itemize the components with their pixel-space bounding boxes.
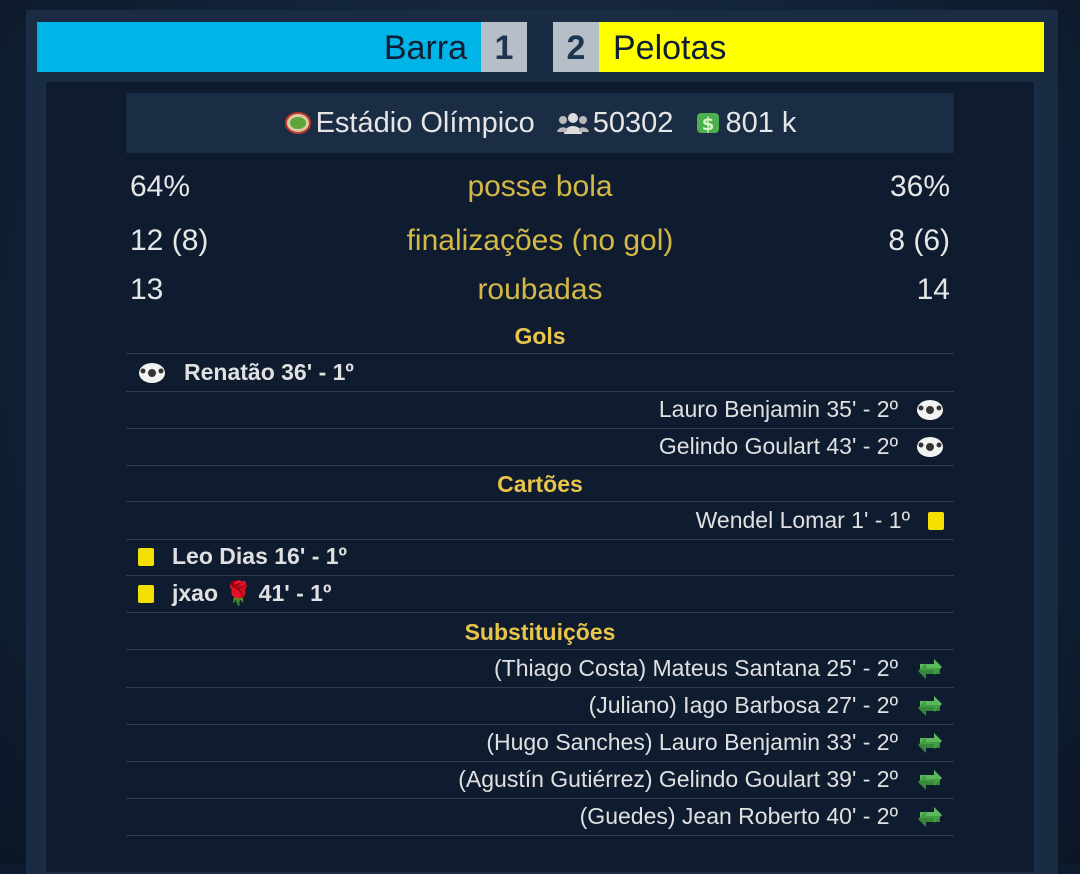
away-score: 2 <box>553 22 599 72</box>
substitution-icon <box>918 695 942 716</box>
crowd-icon <box>556 113 589 134</box>
sub-text[interactable]: (Juliano) Iago Barbosa 27' - 2º <box>589 692 898 719</box>
income-value: 801 k <box>725 106 797 139</box>
sub-text[interactable]: (Hugo Sanches) Lauro Benjamin 33' - 2º <box>486 729 898 756</box>
soccer-ball-icon <box>139 362 165 383</box>
soccer-ball-icon <box>917 399 943 420</box>
goal-row: Gelindo Goulart 43' - 2º <box>126 428 954 466</box>
attendance-info: 50302 <box>556 106 674 140</box>
score-divider <box>527 22 553 72</box>
stadium-info: Estádio Olímpico <box>284 107 535 140</box>
sub-row: (Juliano) Iago Barbosa 27' - 2º <box>126 687 954 725</box>
home-team-name[interactable]: Barra <box>37 22 481 72</box>
stat-label: roubadas <box>477 273 603 306</box>
away-stat: 14 <box>916 273 950 306</box>
sub-row: (Hugo Sanches) Lauro Benjamin 33' - 2º <box>126 724 954 762</box>
yellow-card-icon <box>138 547 154 566</box>
substitution-icon <box>918 732 942 753</box>
card-player-name[interactable]: jxao <box>172 580 218 607</box>
home-score: 1 <box>481 22 527 72</box>
venue-bar: Estádio Olímpico 50302 $ 801 k <box>126 93 954 153</box>
goal-row: Renatão 36' - 1º <box>126 353 954 392</box>
card-text[interactable]: Leo Dias 16' - 1º <box>172 543 347 570</box>
rose-icon: 🌹 <box>224 580 253 606</box>
goals-heading: Gols <box>514 323 566 349</box>
goal-row: Lauro Benjamin 35' - 2º <box>126 391 954 429</box>
goal-text[interactable]: Gelindo Goulart 43' - 2º <box>659 433 898 460</box>
stat-label: finalizações (no gol) <box>406 224 674 257</box>
card-minute: 41' - 1º <box>258 580 332 606</box>
stat-shots: 12 (8) finalizações (no gol) 8 (6) <box>126 224 954 268</box>
sub-row: (Guedes) Jean Roberto 40' - 2º <box>126 798 954 836</box>
stat-steals: 13 roubadas 14 <box>126 273 954 317</box>
sub-row: (Agustín Gutiérrez) Gelindo Goulart 39' … <box>126 761 954 799</box>
scoreboard: Barra 1 2 Pelotas <box>37 22 1044 72</box>
card-row: Wendel Lomar 1' - 1º <box>126 501 954 540</box>
stat-possession: 64% posse bola 36% <box>126 170 954 214</box>
yellow-card-icon <box>138 584 154 603</box>
substitution-icon <box>918 769 942 790</box>
sub-text[interactable]: (Thiago Costa) Mateus Santana 25' - 2º <box>494 655 898 682</box>
substitution-icon <box>918 806 942 827</box>
stadium-icon <box>284 112 311 134</box>
sub-row: (Thiago Costa) Mateus Santana 25' - 2º <box>126 649 954 688</box>
away-stat: 36% <box>889 170 950 203</box>
cards-heading: Cartões <box>497 471 583 497</box>
goal-text[interactable]: Lauro Benjamin 35' - 2º <box>659 396 898 423</box>
card-row: Leo Dias 16' - 1º <box>126 538 954 576</box>
stat-label: posse bola <box>467 170 613 203</box>
sub-text[interactable]: (Guedes) Jean Roberto 40' - 2º <box>580 803 898 830</box>
away-stat: 8 (6) <box>888 224 950 257</box>
card-row: jxao 🌹 41' - 1º <box>126 575 954 613</box>
attendance-value: 50302 <box>592 106 674 139</box>
substitution-icon <box>918 658 942 679</box>
svg-text:$: $ <box>702 114 715 135</box>
stadium-name: Estádio Olímpico <box>315 106 535 139</box>
away-team-name[interactable]: Pelotas <box>599 22 1044 72</box>
yellow-card-icon <box>928 511 944 530</box>
subs-heading: Substituições <box>464 619 616 645</box>
sub-text[interactable]: (Agustín Gutiérrez) Gelindo Goulart 39' … <box>458 766 898 793</box>
money-icon: $ <box>697 113 720 135</box>
goal-text[interactable]: Renatão 36' - 1º <box>184 359 354 386</box>
income-info: $ 801 k <box>695 107 796 140</box>
card-text[interactable]: Wendel Lomar 1' - 1º <box>696 507 910 534</box>
soccer-ball-icon <box>917 436 943 457</box>
